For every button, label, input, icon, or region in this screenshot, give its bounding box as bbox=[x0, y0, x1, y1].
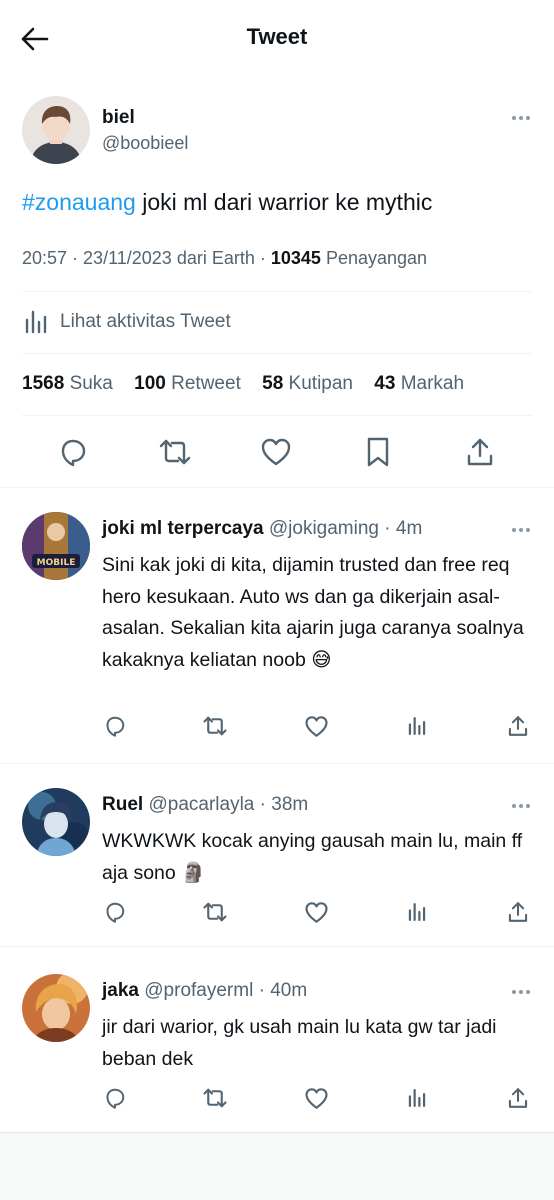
reply-actions bbox=[0, 896, 554, 928]
divider bbox=[0, 763, 554, 764]
more-icon[interactable] bbox=[512, 990, 530, 994]
avatar[interactable]: MOBILE bbox=[22, 512, 90, 580]
views-button[interactable] bbox=[402, 710, 432, 742]
bookmark-icon bbox=[367, 437, 389, 467]
source-prefix: dari bbox=[176, 248, 207, 268]
reply-author-handle[interactable]: @profayerml bbox=[144, 980, 253, 1001]
reply-button[interactable] bbox=[100, 896, 130, 928]
tweet-text: #zonauang joki ml dari warrior ke mythic bbox=[22, 186, 432, 218]
view-activity-link[interactable]: Lihat aktivitas Tweet bbox=[22, 308, 231, 336]
tweet-actions bbox=[0, 432, 554, 472]
reply-time[interactable]: 4m bbox=[396, 518, 422, 539]
retweet-icon bbox=[159, 439, 191, 465]
tweet-body: joki ml dari warrior ke mythic bbox=[135, 189, 433, 215]
views-count: 10345 bbox=[270, 248, 321, 268]
retweet-button[interactable] bbox=[200, 896, 230, 928]
avatar[interactable] bbox=[22, 788, 90, 856]
likes-stat[interactable]: 1568 Suka bbox=[22, 373, 113, 394]
divider bbox=[22, 415, 532, 416]
retweet-icon bbox=[203, 716, 227, 736]
svg-text:MOBILE: MOBILE bbox=[37, 558, 76, 568]
reply-author-name[interactable]: joki ml terpercaya bbox=[102, 518, 264, 539]
reply-icon bbox=[61, 439, 86, 467]
tweet-meta: 20:57 · 23/11/2023 dari Earth · 10345 Pe… bbox=[22, 248, 428, 268]
views-button[interactable] bbox=[402, 1082, 432, 1114]
share-button[interactable] bbox=[503, 896, 533, 928]
like-icon bbox=[261, 438, 291, 466]
bookmark-button[interactable] bbox=[358, 432, 398, 472]
retweets-stat[interactable]: 100 Retweet bbox=[134, 373, 241, 394]
reply-time[interactable]: 40m bbox=[270, 980, 307, 1001]
reply-time[interactable]: 38m bbox=[271, 794, 308, 815]
share-icon bbox=[508, 1088, 528, 1108]
like-button[interactable] bbox=[301, 1082, 331, 1114]
views-icon bbox=[408, 717, 426, 735]
like-button[interactable] bbox=[301, 710, 331, 742]
share-icon bbox=[508, 716, 528, 736]
reply-icon bbox=[106, 716, 125, 737]
author-name[interactable]: biel bbox=[102, 107, 135, 129]
like-button[interactable] bbox=[256, 432, 296, 472]
reply-text: WKWKWK kocak anying gausah main lu, main… bbox=[102, 830, 523, 884]
quotes-stat[interactable]: 58 Kutipan bbox=[262, 373, 353, 394]
tweet-date[interactable]: 23/11/2023 bbox=[83, 248, 172, 268]
retweet-button[interactable] bbox=[200, 710, 230, 742]
tweet-stats: 1568 Suka 100 Retweet 58 Kutipan 43 Mark… bbox=[22, 373, 480, 395]
top-bar: Tweet bbox=[0, 0, 554, 76]
reply-actions bbox=[0, 1082, 554, 1114]
reply-author-name[interactable]: Ruel bbox=[102, 794, 143, 815]
reply-author-name[interactable]: jaka bbox=[102, 980, 139, 1001]
reply-text: Sini kak joki di kita, dijamin trusted d… bbox=[102, 554, 524, 671]
avatar[interactable] bbox=[22, 96, 90, 164]
more-icon[interactable] bbox=[512, 804, 530, 808]
views-label: Penayangan bbox=[325, 248, 428, 268]
page-title: Tweet bbox=[246, 24, 308, 49]
retweet-button[interactable] bbox=[155, 432, 195, 472]
divider bbox=[22, 353, 532, 354]
retweet-button[interactable] bbox=[200, 1082, 230, 1114]
reply-text: jir dari warior, gk usah main lu kata gw… bbox=[102, 1016, 497, 1070]
hashtag-link[interactable]: #zonauang bbox=[22, 189, 136, 215]
reply-icon bbox=[106, 902, 125, 923]
bookmarks-stat[interactable]: 43 Markah bbox=[374, 373, 464, 394]
views-icon bbox=[408, 1089, 426, 1107]
divider bbox=[0, 946, 554, 947]
retweet-icon bbox=[203, 902, 227, 922]
reply-button[interactable] bbox=[53, 432, 93, 472]
avatar[interactable] bbox=[22, 974, 90, 1042]
reply-button[interactable] bbox=[100, 1082, 130, 1114]
share-icon bbox=[508, 902, 528, 922]
share-button[interactable] bbox=[503, 1082, 533, 1114]
share-button[interactable] bbox=[503, 710, 533, 742]
reply-header: Ruel @pacarlayla · 38m bbox=[102, 794, 309, 815]
like-icon bbox=[304, 901, 328, 923]
like-icon bbox=[304, 715, 328, 737]
retweet-icon bbox=[203, 1088, 227, 1108]
like-button[interactable] bbox=[301, 896, 331, 928]
reply-author-handle[interactable]: @jokigaming bbox=[269, 518, 379, 539]
reply-icon bbox=[106, 1088, 125, 1109]
more-icon[interactable] bbox=[512, 528, 530, 532]
author-handle[interactable]: @boobieel bbox=[102, 133, 188, 154]
like-icon bbox=[304, 1087, 328, 1109]
bar-chart-icon bbox=[25, 310, 47, 334]
share-icon bbox=[467, 438, 493, 466]
reply-author-handle[interactable]: @pacarlayla bbox=[148, 794, 254, 815]
reply-header: jaka @profayerml · 40m bbox=[102, 980, 308, 1001]
bottom-bar bbox=[0, 1132, 554, 1200]
activity-label: Lihat aktivitas Tweet bbox=[60, 311, 231, 332]
more-icon[interactable] bbox=[512, 116, 530, 120]
divider bbox=[0, 487, 554, 488]
reply-header: joki ml terpercaya @jokigaming · 4m bbox=[102, 518, 423, 539]
views-button[interactable] bbox=[402, 896, 432, 928]
reply-button[interactable] bbox=[100, 710, 130, 742]
share-button[interactable] bbox=[460, 432, 500, 472]
divider bbox=[22, 291, 532, 292]
tweet-time[interactable]: 20:57 bbox=[22, 248, 67, 268]
reply-actions bbox=[0, 710, 554, 742]
tweet-source: Earth bbox=[211, 248, 255, 268]
views-icon bbox=[408, 903, 426, 921]
